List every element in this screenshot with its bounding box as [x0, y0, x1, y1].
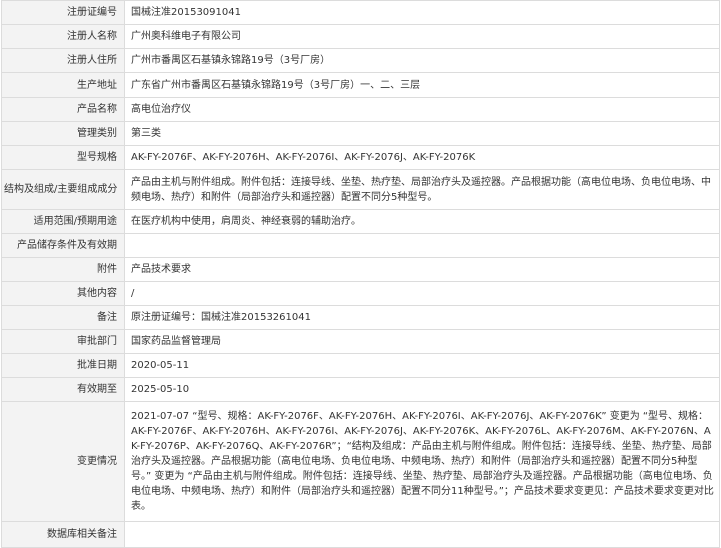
row-label: 产品储存条件及有效期	[1, 233, 125, 258]
table-row: 产品储存条件及有效期	[1, 233, 720, 258]
row-value: 高电位治疗仪	[124, 97, 720, 122]
row-value: 第三类	[124, 121, 720, 146]
row-label: 其他内容	[1, 281, 125, 306]
table-row: 变更情况 2021-07-07 “型号、规格：AK-FY-2076F、AK-FY…	[1, 401, 720, 522]
row-value: 2025-05-10	[124, 377, 720, 402]
table-row: 适用范围/预期用途 在医疗机构中使用，肩周炎、神经衰弱的辅助治疗。	[1, 209, 720, 234]
row-value: AK-FY-2076F、AK-FY-2076H、AK-FY-2076I、AK-F…	[124, 145, 720, 170]
row-label: 批准日期	[1, 353, 125, 378]
table-row: 生产地址 广东省广州市番禺区石基镇永锦路19号（3号厂房）一、二、三层	[1, 72, 720, 98]
row-value: /	[124, 281, 720, 306]
registration-table: 注册证编号 国械注准20153091041 注册人名称 广州奥科维电子有限公司 …	[1, 0, 720, 548]
row-label: 注册证编号	[1, 0, 125, 25]
row-value: 国家药品监督管理局	[124, 329, 720, 354]
table-row: 管理类别 第三类	[1, 121, 720, 146]
row-value: 2020-05-11	[124, 353, 720, 378]
row-value: 2021-07-07 “型号、规格：AK-FY-2076F、AK-FY-2076…	[124, 401, 720, 522]
row-label: 管理类别	[1, 121, 125, 146]
row-value: 广州奥科维电子有限公司	[124, 24, 720, 49]
row-value: 国械注准20153091041	[124, 0, 720, 25]
table-row: 其他内容 /	[1, 281, 720, 306]
row-label: 有效期至	[1, 377, 125, 402]
table-row: 产品名称 高电位治疗仪	[1, 97, 720, 122]
row-value: 产品由主机与附件组成。附件包括：连接导线、坐垫、热疗垫、局部治疗头及遥控器。产品…	[124, 169, 720, 210]
table-row: 附件 产品技术要求	[1, 257, 720, 282]
table-row: 注册证编号 国械注准20153091041	[1, 0, 720, 25]
row-label: 审批部门	[1, 329, 125, 354]
row-value: 广东省广州市番禺区石基镇永锦路19号（3号厂房）一、二、三层	[124, 72, 720, 98]
table-row: 注册人名称 广州奥科维电子有限公司	[1, 24, 720, 49]
row-label: 型号规格	[1, 145, 125, 170]
row-value: 在医疗机构中使用，肩周炎、神经衰弱的辅助治疗。	[124, 209, 720, 234]
row-label: 变更情况	[1, 401, 125, 522]
table-row: 型号规格 AK-FY-2076F、AK-FY-2076H、AK-FY-2076I…	[1, 145, 720, 170]
row-label: 产品名称	[1, 97, 125, 122]
table-row: 审批部门 国家药品监督管理局	[1, 329, 720, 354]
table-row: 批准日期 2020-05-11	[1, 353, 720, 378]
table-row: 有效期至 2025-05-10	[1, 377, 720, 402]
table-row: 数据库相关备注	[1, 521, 720, 548]
row-label: 注册人名称	[1, 24, 125, 49]
row-value: 原注册证编号：国械注准20153261041	[124, 305, 720, 330]
row-label: 附件	[1, 257, 125, 282]
row-label: 数据库相关备注	[1, 521, 125, 548]
row-value: 产品技术要求	[124, 257, 720, 282]
row-value: 广州市番禺区石基镇永锦路19号（3号厂房）	[124, 48, 720, 73]
row-value	[124, 521, 720, 548]
table-row: 结构及组成/主要组成成分 产品由主机与附件组成。附件包括：连接导线、坐垫、热疗垫…	[1, 169, 720, 210]
row-label: 备注	[1, 305, 125, 330]
row-label: 注册人住所	[1, 48, 125, 73]
row-value	[124, 233, 720, 258]
row-label: 适用范围/预期用途	[1, 209, 125, 234]
row-label: 结构及组成/主要组成成分	[1, 169, 125, 210]
table-row: 注册人住所 广州市番禺区石基镇永锦路19号（3号厂房）	[1, 48, 720, 73]
row-label: 生产地址	[1, 72, 125, 98]
table-row: 备注 原注册证编号：国械注准20153261041	[1, 305, 720, 330]
